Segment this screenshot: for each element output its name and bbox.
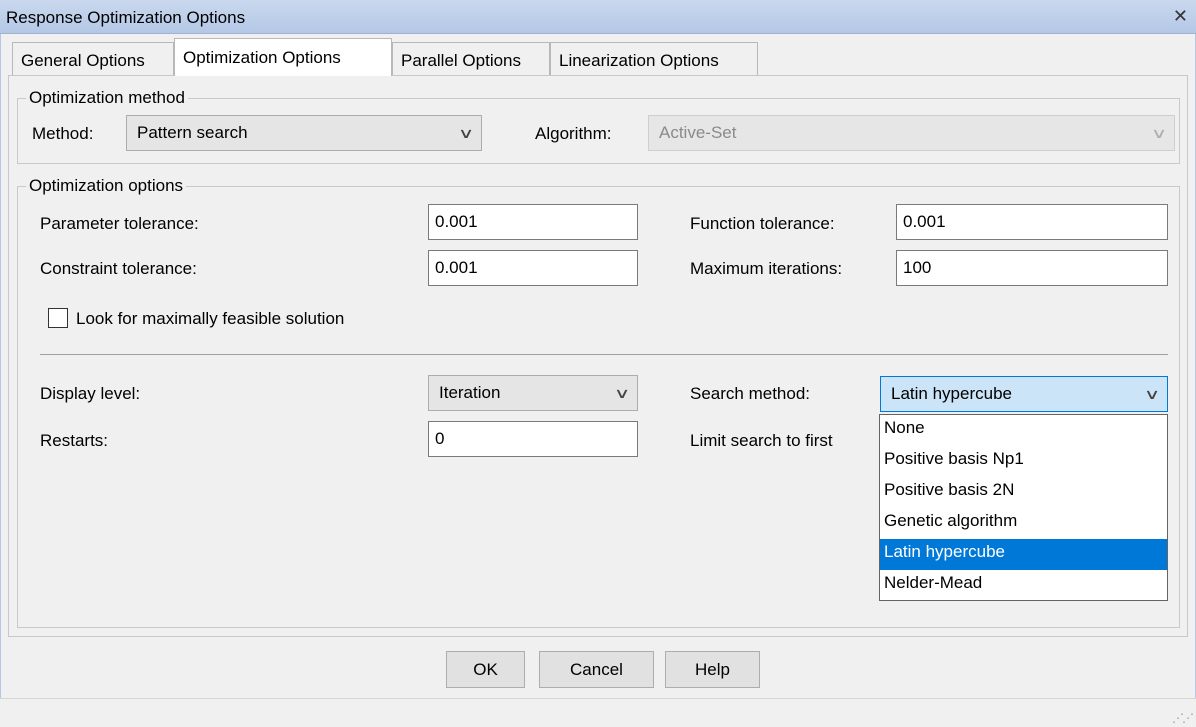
dropdown-option-latin-hypercube[interactable]: Latin hypercube	[880, 539, 1167, 570]
status-bar: ⋰⋰	[0, 698, 1196, 727]
maximum-iterations-input[interactable]: 100	[896, 250, 1168, 286]
function-tolerance-label: Function tolerance:	[690, 214, 835, 233]
dropdown-option-positive-basis-np1[interactable]: Positive basis Np1	[880, 446, 1167, 477]
group-title: Optimization options	[26, 176, 187, 196]
algorithm-select: Active-Set ∨	[648, 115, 1175, 151]
help-button-label: Help	[695, 659, 730, 679]
maximum-iterations-label: Maximum iterations:	[690, 259, 843, 278]
ok-button-label: OK	[473, 659, 498, 679]
dropdown-option-none[interactable]: None	[880, 415, 1167, 446]
method-label: Method:	[32, 124, 94, 143]
group-title: Optimization method	[26, 88, 188, 108]
restarts-label: Restarts:	[40, 431, 109, 450]
algorithm-value: Active-Set	[659, 123, 737, 142]
tab-label: General Options	[21, 51, 145, 70]
tab-linearization-options[interactable]: Linearization Options	[550, 42, 758, 75]
tab-label: Parallel Options	[401, 51, 522, 70]
display-level-select[interactable]: Iteration ∨	[428, 375, 638, 411]
search-method-label: Search method:	[690, 384, 811, 403]
help-button[interactable]: Help	[665, 651, 760, 688]
cancel-button[interactable]: Cancel	[539, 651, 654, 688]
limit-search-label: Limit search to first	[690, 431, 833, 450]
parameter-tolerance-input[interactable]: 0.001	[428, 204, 638, 240]
display-level-label: Display level:	[40, 384, 141, 403]
restarts-value: 0	[435, 429, 445, 448]
constraint-tolerance-label: Constraint tolerance:	[40, 259, 197, 278]
method-value: Pattern search	[137, 123, 248, 142]
search-method-value: Latin hypercube	[891, 384, 1012, 403]
close-icon[interactable]: ✕	[1173, 6, 1188, 27]
window-border-left	[0, 34, 1, 727]
function-tolerance-input[interactable]: 0.001	[896, 204, 1168, 240]
separator	[40, 354, 1168, 355]
chevron-down-icon: ∨	[457, 124, 475, 141]
method-select[interactable]: Pattern search ∨	[126, 115, 482, 151]
feasible-solution-checkbox[interactable]	[48, 308, 68, 328]
tab-parallel-options[interactable]: Parallel Options	[392, 42, 550, 75]
function-tolerance-value: 0.001	[903, 212, 946, 231]
dropdown-option-positive-basis-2n[interactable]: Positive basis 2N	[880, 477, 1167, 508]
tab-general-options[interactable]: General Options	[12, 42, 174, 75]
parameter-tolerance-label: Parameter tolerance:	[40, 214, 199, 233]
resize-grip-icon[interactable]: ⋰⋰	[1172, 711, 1194, 725]
algorithm-label: Algorithm:	[535, 124, 612, 143]
search-method-select[interactable]: Latin hypercube ∨	[880, 376, 1168, 412]
window-title: Response Optimization Options	[6, 8, 246, 27]
chevron-down-icon: ∨	[1143, 385, 1161, 402]
tab-optimization-options[interactable]: Optimization Options	[174, 38, 392, 76]
dropdown-option-genetic-algorithm[interactable]: Genetic algorithm	[880, 508, 1167, 539]
feasible-solution-label[interactable]: Look for maximally feasible solution	[76, 309, 344, 329]
constraint-tolerance-value: 0.001	[435, 258, 478, 277]
ok-button[interactable]: OK	[446, 651, 525, 688]
maximum-iterations-value: 100	[903, 258, 932, 277]
chevron-down-icon: ∨	[613, 384, 631, 401]
display-level-value: Iteration	[439, 383, 501, 402]
cancel-button-label: Cancel	[570, 659, 623, 679]
tab-label: Optimization Options	[183, 48, 341, 67]
parameter-tolerance-value: 0.001	[435, 212, 478, 231]
chevron-down-icon: ∨	[1150, 124, 1168, 141]
dropdown-option-nelder-mead[interactable]: Nelder-Mead	[880, 570, 1167, 601]
title-bar: Response Optimization Options ✕	[0, 0, 1196, 34]
constraint-tolerance-input[interactable]: 0.001	[428, 250, 638, 286]
restarts-input[interactable]: 0	[428, 421, 638, 457]
tab-label: Linearization Options	[559, 51, 719, 70]
search-method-dropdown: None Positive basis Np1 Positive basis 2…	[879, 414, 1168, 601]
